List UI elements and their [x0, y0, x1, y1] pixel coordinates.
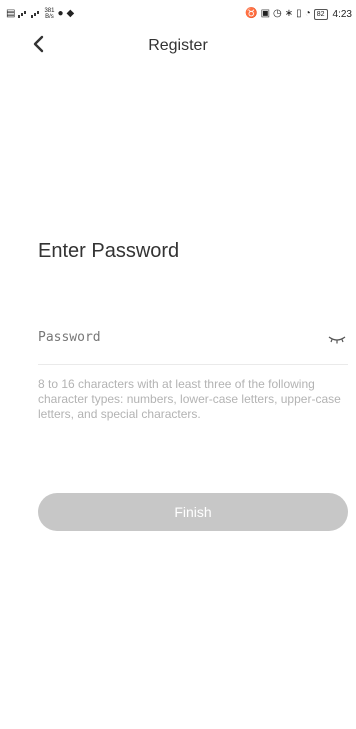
status-bar: ▤ 381 B/s ● ◆ ♉ ▣ ◷ ∗ ▯ ◔ 82 4:23 [0, 0, 356, 28]
status-time: 4:23 [332, 8, 352, 20]
chat-notification-icon: ● [57, 8, 64, 19]
eye-closed-icon [328, 336, 346, 344]
alarm-icon: ◷ [273, 8, 282, 19]
toggle-visibility-button[interactable] [328, 332, 346, 344]
dual-sim-icon: ▤ [6, 8, 16, 19]
status-bar-right: ♉ ▣ ◷ ∗ ▯ ◔ 82 4:23 [245, 8, 356, 20]
signal-strength-icon-2 [31, 10, 41, 18]
network-speed: 381 B/s [44, 8, 54, 20]
network-speed-unit: B/s [45, 14, 54, 20]
password-requirements-hint: 8 to 16 characters with at least three o… [38, 377, 341, 421]
enter-password-heading: Enter Password [38, 240, 180, 262]
page-title: Register [148, 37, 208, 54]
password-input[interactable] [38, 322, 308, 352]
header: Register [0, 28, 356, 64]
vibrate-icon: ▯ [296, 8, 302, 19]
bluetooth-icon: ∗ [284, 8, 294, 19]
data-saver-icon: ◔ [304, 8, 311, 19]
eye-comfort-icon: ♉ [245, 8, 258, 19]
password-field-row [38, 322, 348, 365]
finish-button[interactable]: Finish [38, 493, 348, 531]
signal-strength-icon [18, 10, 28, 18]
status-bar-left: ▤ 381 B/s ● ◆ [0, 8, 74, 20]
nfc-icon: ▣ [260, 8, 271, 19]
message-notification-icon: ◆ [66, 8, 75, 19]
battery-icon: 82 [313, 8, 328, 20]
